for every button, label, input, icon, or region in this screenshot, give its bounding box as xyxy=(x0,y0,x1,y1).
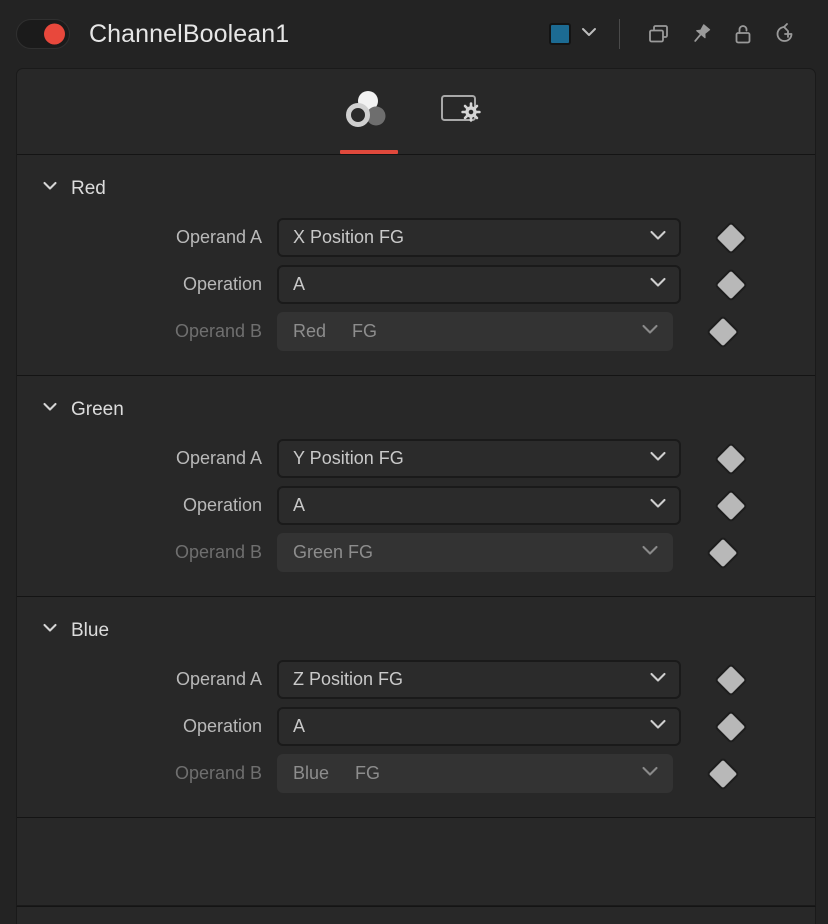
keyframe-diamond[interactable] xyxy=(716,712,746,741)
keyframe-diamond[interactable] xyxy=(716,270,746,299)
dropdown-value: Red xyxy=(293,321,327,341)
dropdown-value: A xyxy=(293,274,306,294)
keyframe-diamond[interactable] xyxy=(716,665,746,694)
parameter-dropdown[interactable]: Z Position FG xyxy=(277,660,681,699)
screen-gear-icon xyxy=(437,88,489,135)
parameter-label: Operand B xyxy=(174,542,262,562)
parameter-row: Operation A xyxy=(17,482,815,529)
panel-bottom-edge xyxy=(16,906,816,924)
dropdown-value-secondary: FG xyxy=(355,763,381,783)
parameter-dropdown: Blue FG xyxy=(277,754,673,793)
dropdown-value: Z Position FG xyxy=(293,669,404,689)
keyframe-diamond[interactable] xyxy=(716,223,746,252)
keyframe-diamond[interactable] xyxy=(708,317,738,346)
node-title: ChannelBoolean1 xyxy=(89,19,290,48)
dropdown-value: A xyxy=(293,495,306,515)
parameter-row: Operand A Z Position FG xyxy=(17,656,815,703)
titlebar-actions xyxy=(549,14,806,54)
dropdown-value: Green FG xyxy=(293,542,374,562)
chevron-down-icon xyxy=(647,271,669,298)
keyframe-diamond[interactable] xyxy=(708,538,738,567)
channel-section-red: Red Operand AX Position FG Operation A Opera… xyxy=(17,155,815,376)
chevron-down-icon xyxy=(41,619,59,642)
parameter-dropdown[interactable]: X Position FG xyxy=(277,218,681,257)
parameter-row: Operation A xyxy=(17,261,815,308)
parameter-dropdown[interactable]: A xyxy=(277,486,681,525)
dropdown-value: Blue xyxy=(293,763,330,783)
parameter-label: Operand A xyxy=(175,669,262,689)
pin-icon[interactable] xyxy=(680,14,722,54)
parameter-dropdown: Green FG xyxy=(277,533,673,572)
chevron-down-icon xyxy=(647,492,669,519)
section-header-green[interactable]: Green xyxy=(17,376,815,435)
parameter-row: Operand A Y Position FG xyxy=(17,435,815,482)
keyframe-diamond[interactable] xyxy=(716,444,746,473)
parameter-label: Operand B xyxy=(174,763,262,783)
unlock-padlock-icon[interactable] xyxy=(722,14,764,54)
parameter-row: Operand B Red FG xyxy=(17,308,815,355)
channel-section-blue: Blue Operand AZ Position FG Operation A Oper… xyxy=(17,597,815,818)
parameter-row: Operand B Blue FG xyxy=(17,750,815,797)
node-titlebar: ChannelBoolean1 xyxy=(0,0,828,68)
parameter-dropdown[interactable]: A xyxy=(277,707,681,746)
parameter-dropdown[interactable]: Y Position FG xyxy=(277,439,681,478)
dropdown-value: X Position FG xyxy=(293,227,405,247)
section-header-blue[interactable]: Blue xyxy=(17,597,815,656)
parameter-label: Operation xyxy=(182,716,262,736)
keyframe-diamond[interactable] xyxy=(716,491,746,520)
node-color-group xyxy=(549,22,599,47)
parameter-label: Operation xyxy=(182,495,262,515)
chevron-down-icon xyxy=(639,760,661,787)
parameter-row: Operand A X Position FG xyxy=(17,214,815,261)
parameter-dropdown[interactable]: A xyxy=(277,265,681,304)
chevron-down-icon xyxy=(647,666,669,693)
node-color-swatch[interactable] xyxy=(549,23,571,45)
parameter-label: Operation xyxy=(182,274,262,294)
dropdown-value-secondary: FG xyxy=(352,321,378,341)
section-title: Red xyxy=(71,177,106,199)
chevron-down-icon xyxy=(41,398,59,421)
reset-history-icon[interactable] xyxy=(764,14,806,54)
toggle-knob xyxy=(44,23,65,45)
section-header-red[interactable]: Red xyxy=(17,155,815,214)
dropdown-value: A xyxy=(293,716,306,736)
parameter-label: Operand A xyxy=(175,448,262,468)
section-title: Green xyxy=(71,398,124,420)
tab-strip xyxy=(17,69,815,155)
tab-channels[interactable] xyxy=(339,70,399,154)
chevron-down-icon xyxy=(639,318,661,345)
chevron-down-icon xyxy=(639,539,661,566)
tab-settings[interactable] xyxy=(433,70,493,154)
node-enable-toggle[interactable] xyxy=(16,19,70,49)
three-circles-icon xyxy=(345,87,393,136)
parameter-row: Operand B Green FG xyxy=(17,529,815,576)
dropdown-value: Y Position FG xyxy=(293,448,404,468)
active-tab-underline xyxy=(340,149,398,154)
chevron-down-icon xyxy=(647,445,669,472)
channel-section-green: Green Operand AY Position FG Operation A Ope… xyxy=(17,376,815,597)
chevron-down-icon xyxy=(41,177,59,200)
section-title: Blue xyxy=(71,619,110,641)
chevron-down-icon xyxy=(647,224,669,251)
parameter-label: Operand A xyxy=(175,227,262,247)
chevron-down-icon xyxy=(647,713,669,740)
inspector-panel: Red Operand AX Position FG Operation A Opera… xyxy=(16,68,816,906)
parameter-label: Operand B xyxy=(174,321,262,341)
parameter-dropdown: Red FG xyxy=(277,312,673,351)
keyframe-diamond[interactable] xyxy=(708,759,738,788)
channel-sections: Red Operand AX Position FG Operation A Opera… xyxy=(17,155,815,818)
duplicate-windows-icon[interactable] xyxy=(638,14,680,54)
toolbar-divider xyxy=(619,19,620,49)
parameter-row: Operation A xyxy=(17,703,815,750)
chevron-down-icon[interactable] xyxy=(579,22,599,47)
